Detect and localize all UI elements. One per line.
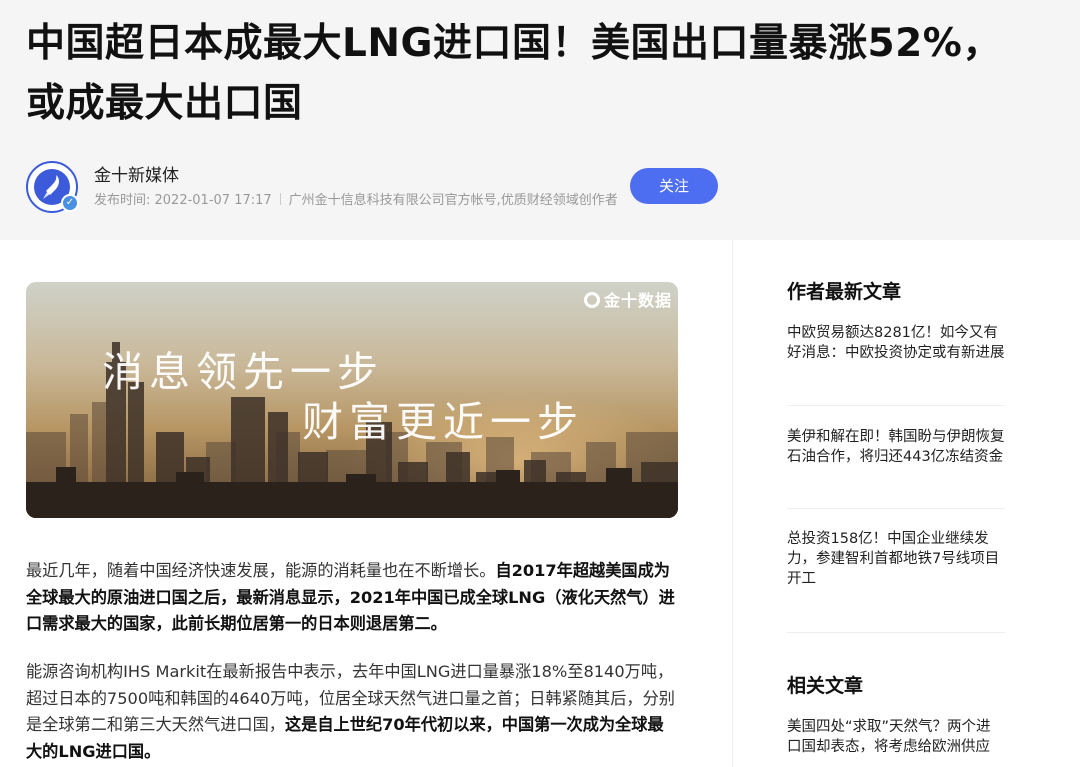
latest-article-link[interactable]: 美伊和解在即！韩国盼与伊朗恢复石油合作，将归还443亿冻结资金 bbox=[787, 427, 1005, 467]
sidebar-divider bbox=[787, 632, 1005, 633]
banner-slogan-line1: 消息领先一步 bbox=[102, 348, 384, 396]
column-divider bbox=[732, 240, 733, 767]
related-articles-heading: 相关文章 bbox=[787, 675, 864, 697]
author-description: 广州金十信息科技有限公司官方帐号,优质财经领域创作者 bbox=[288, 193, 618, 208]
related-article-link[interactable]: 美国四处“求取”天然气？两个进口国却表态，将考虑给欧洲供应 bbox=[787, 717, 1005, 757]
article-header: 中国超日本成最大LNG进口国！美国出口量暴涨52%，或成最大出口国 ✓ 金十新媒… bbox=[0, 0, 1080, 240]
latest-article-link[interactable]: 总投资158亿！中国企业继续发力，参建智利首都地铁7号线项目开工 bbox=[787, 529, 1005, 589]
banner-logo-text: 金十数据 bbox=[604, 291, 673, 310]
banner-logo: 金十数据 bbox=[584, 290, 672, 312]
banner-slogan-line2: 财富更近一步 bbox=[302, 398, 584, 446]
paragraph-text: 最近几年，随着中国经济快速发展，能源的消耗量也在不断增长。 bbox=[26, 561, 496, 580]
article-title: 中国超日本成最大LNG进口国！美国出口量暴涨52%，或成最大出口国 bbox=[26, 21, 1002, 126]
article-paragraph: 最近几年，随着中国经济快速发展，能源的消耗量也在不断增长。自2017年超越美国成… bbox=[26, 558, 678, 638]
sidebar-divider bbox=[787, 405, 1005, 406]
latest-articles-heading: 作者最新文章 bbox=[787, 281, 902, 303]
jin10-logo-icon bbox=[584, 292, 600, 308]
article-meta: 发布时间: 2022-01-07 17:17 广州金十信息科技有限公司官方帐号,优… bbox=[94, 191, 618, 211]
sidebar-divider bbox=[787, 508, 1005, 509]
latest-article-link[interactable]: 中欧贸易额达8281亿！如今又有好消息：中欧投资协定或有新进展 bbox=[787, 323, 1005, 363]
publish-time: 发布时间: 2022-01-07 17:17 bbox=[94, 193, 272, 208]
article-paragraph: 能源咨询机构IHS Markit在最新报告中表示，去年中国LNG进口量暴涨18%… bbox=[26, 659, 678, 765]
meta-divider bbox=[279, 193, 281, 205]
verified-badge-icon: ✓ bbox=[61, 194, 79, 212]
article-banner-image: 金十数据 消息领先一步 财富更近一步 bbox=[26, 282, 678, 518]
rocket-icon bbox=[43, 175, 59, 199]
follow-button[interactable]: 关注 bbox=[630, 168, 718, 204]
author-name[interactable]: 金十新媒体 bbox=[94, 164, 179, 188]
